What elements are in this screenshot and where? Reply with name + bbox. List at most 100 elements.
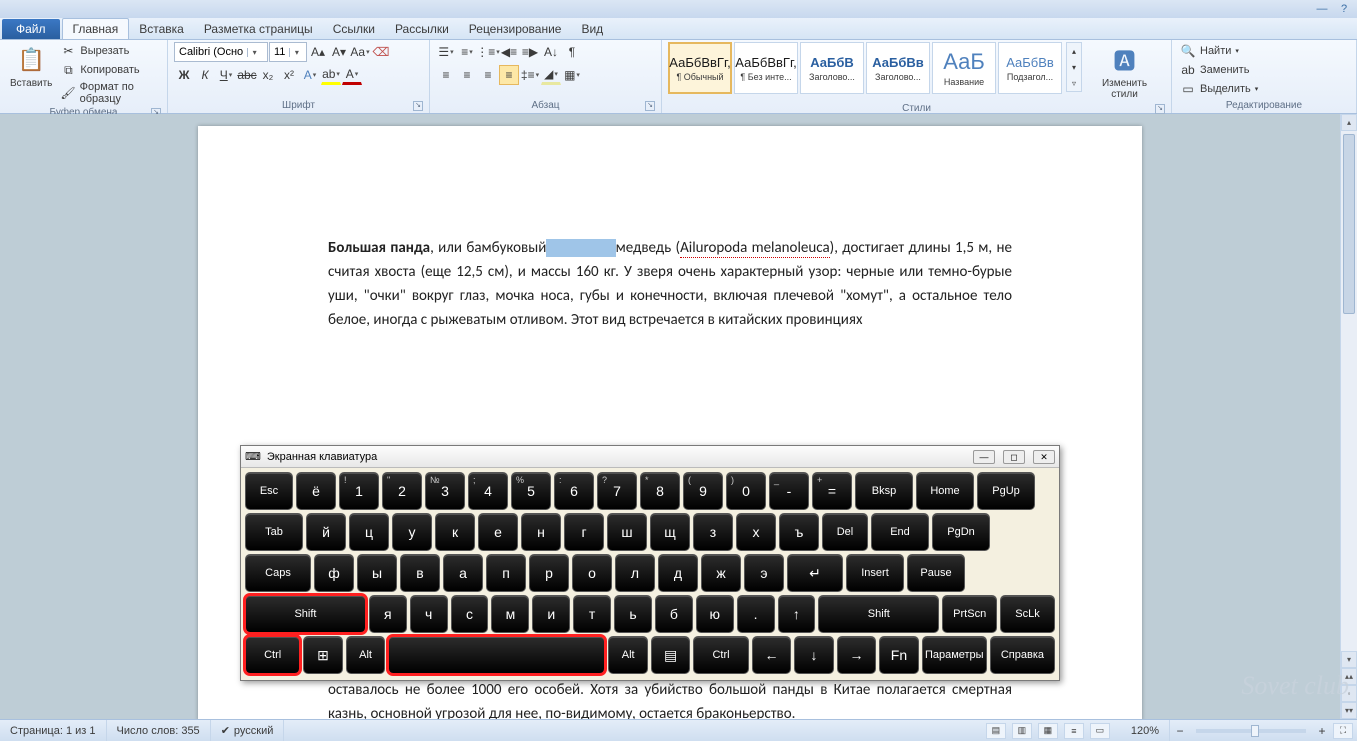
key-PrtScn[interactable]: PrtScn: [942, 595, 997, 633]
key-ф[interactable]: ф: [314, 554, 354, 592]
key-6[interactable]: 6:: [554, 472, 594, 510]
view-web-button[interactable]: ▦: [1038, 723, 1058, 739]
osk-close-button[interactable]: ✕: [1033, 450, 1055, 464]
shrink-font-button[interactable]: A▾: [329, 42, 349, 62]
font-name-combo[interactable]: Calibri (Осно▾: [174, 42, 268, 62]
view-outline-button[interactable]: ≡: [1064, 723, 1084, 739]
paragraph-launcher[interactable]: ↘: [645, 101, 655, 111]
style-item-3[interactable]: АаБбВвЗаголово...: [866, 42, 930, 94]
zoom-slider[interactable]: [1196, 729, 1306, 733]
increase-indent-button[interactable]: ≡▶: [520, 42, 540, 62]
bullets-button[interactable]: ☰▾: [436, 42, 456, 62]
select-button[interactable]: ▭Выделить ▾: [1178, 80, 1260, 98]
status-zoom[interactable]: 120%: [1121, 720, 1170, 741]
key-Insert[interactable]: Insert: [846, 554, 904, 592]
tab-review[interactable]: Рецензирование: [459, 19, 572, 39]
key-Ctrl[interactable]: Ctrl: [693, 636, 748, 674]
key-ж[interactable]: ж: [701, 554, 741, 592]
key-д[interactable]: д: [658, 554, 698, 592]
superscript-button[interactable]: x²: [279, 65, 299, 85]
key-в[interactable]: в: [400, 554, 440, 592]
key-х[interactable]: х: [736, 513, 776, 551]
key-Bksp[interactable]: Bksp: [855, 472, 913, 510]
key-PgDn[interactable]: PgDn: [932, 513, 990, 551]
key-я[interactable]: я: [369, 595, 407, 633]
key-→[interactable]: →: [837, 636, 877, 674]
minimize-button[interactable]: —: [1315, 2, 1329, 16]
key-Справка[interactable]: Справка: [990, 636, 1055, 674]
bold-button[interactable]: Ж: [174, 65, 194, 85]
scroll-thumb[interactable]: [1343, 134, 1355, 314]
tab-view[interactable]: Вид: [571, 19, 613, 39]
paste-button[interactable]: 📋 Вставить: [6, 42, 56, 91]
key-7[interactable]: 7?: [597, 472, 637, 510]
borders-button[interactable]: ▦▾: [562, 65, 582, 85]
osk-titlebar[interactable]: ⌨ Экранная клавиатура — ◻ ✕: [241, 446, 1059, 468]
tab-mailings[interactable]: Рассылки: [385, 19, 459, 39]
key-й[interactable]: й: [306, 513, 346, 551]
font-size-combo[interactable]: 11▾: [269, 42, 307, 62]
key-б[interactable]: б: [655, 595, 693, 633]
key-⊞[interactable]: ⊞: [303, 636, 343, 674]
key-р[interactable]: р: [529, 554, 569, 592]
key-о[interactable]: о: [572, 554, 612, 592]
help-button[interactable]: ?: [1337, 2, 1351, 16]
key-Del[interactable]: Del: [822, 513, 868, 551]
key-э[interactable]: э: [744, 554, 784, 592]
key-0[interactable]: 0): [726, 472, 766, 510]
font-launcher[interactable]: ↘: [413, 101, 423, 111]
key-space[interactable]: [388, 636, 605, 674]
strike-button[interactable]: abc: [237, 65, 257, 85]
font-color-button[interactable]: A▾: [342, 65, 362, 85]
key-ш[interactable]: ш: [607, 513, 647, 551]
style-item-0[interactable]: АаБбВвГг,¶ Обычный: [668, 42, 732, 94]
key-ь[interactable]: ь: [614, 595, 652, 633]
align-right-button[interactable]: ≡: [478, 65, 498, 85]
key-ч[interactable]: ч: [410, 595, 448, 633]
key-End[interactable]: End: [871, 513, 929, 551]
key-Параметры[interactable]: Параметры: [922, 636, 987, 674]
key-Home[interactable]: Home: [916, 472, 974, 510]
scroll-up-button[interactable]: ▴: [1341, 114, 1357, 131]
key-Shift[interactable]: Shift: [818, 595, 939, 633]
key--[interactable]: -_: [769, 472, 809, 510]
key-9[interactable]: 9(: [683, 472, 723, 510]
key-ScLk[interactable]: ScLk: [1000, 595, 1055, 633]
key-Ctrl[interactable]: Ctrl: [245, 636, 300, 674]
zoom-knob[interactable]: [1251, 725, 1259, 737]
key-Alt[interactable]: Alt: [346, 636, 386, 674]
osk-maximize-button[interactable]: ◻: [1003, 450, 1025, 464]
style-item-4[interactable]: АаБНазвание: [932, 42, 996, 94]
key-ы[interactable]: ы: [357, 554, 397, 592]
key-г[interactable]: г: [564, 513, 604, 551]
key-м[interactable]: м: [491, 595, 529, 633]
decrease-indent-button[interactable]: ◀≡: [499, 42, 519, 62]
key-Pause[interactable]: Pause: [907, 554, 965, 592]
scroll-down-button[interactable]: ▾: [1341, 651, 1357, 668]
view-read-button[interactable]: ▥: [1012, 723, 1032, 739]
next-page-button[interactable]: ▾▾: [1341, 702, 1357, 719]
paragraph-1[interactable]: Большая панда, или бамбуковый медведь (A…: [328, 236, 1012, 332]
style-item-5[interactable]: АаБбВвПодзагол...: [998, 42, 1062, 94]
styles-launcher[interactable]: ↘: [1155, 104, 1165, 114]
key-ю[interactable]: ю: [696, 595, 734, 633]
key-2[interactable]: 2": [382, 472, 422, 510]
change-styles-button[interactable]: 🅰 Изменить стили: [1084, 42, 1165, 102]
style-item-2[interactable]: АаБбВЗаголово...: [800, 42, 864, 94]
key-л[interactable]: л: [615, 554, 655, 592]
tab-home[interactable]: Главная: [62, 18, 130, 39]
browse-object-button[interactable]: ◦: [1341, 685, 1357, 702]
key-к[interactable]: к: [435, 513, 475, 551]
key-н[interactable]: н: [521, 513, 561, 551]
key-п[interactable]: п: [486, 554, 526, 592]
key-3[interactable]: 3№: [425, 472, 465, 510]
status-words[interactable]: Число слов: 355: [107, 720, 211, 741]
prev-page-button[interactable]: ▴▴: [1341, 668, 1357, 685]
tab-insert[interactable]: Вставка: [129, 19, 194, 39]
align-left-button[interactable]: ≡: [436, 65, 456, 85]
style-item-1[interactable]: АаБбВвГг,¶ Без инте...: [734, 42, 798, 94]
key-5[interactable]: 5%: [511, 472, 551, 510]
cut-button[interactable]: ✂Вырезать: [58, 42, 161, 60]
key-4[interactable]: 4;: [468, 472, 508, 510]
zoom-out-button[interactable]: −: [1170, 721, 1190, 741]
